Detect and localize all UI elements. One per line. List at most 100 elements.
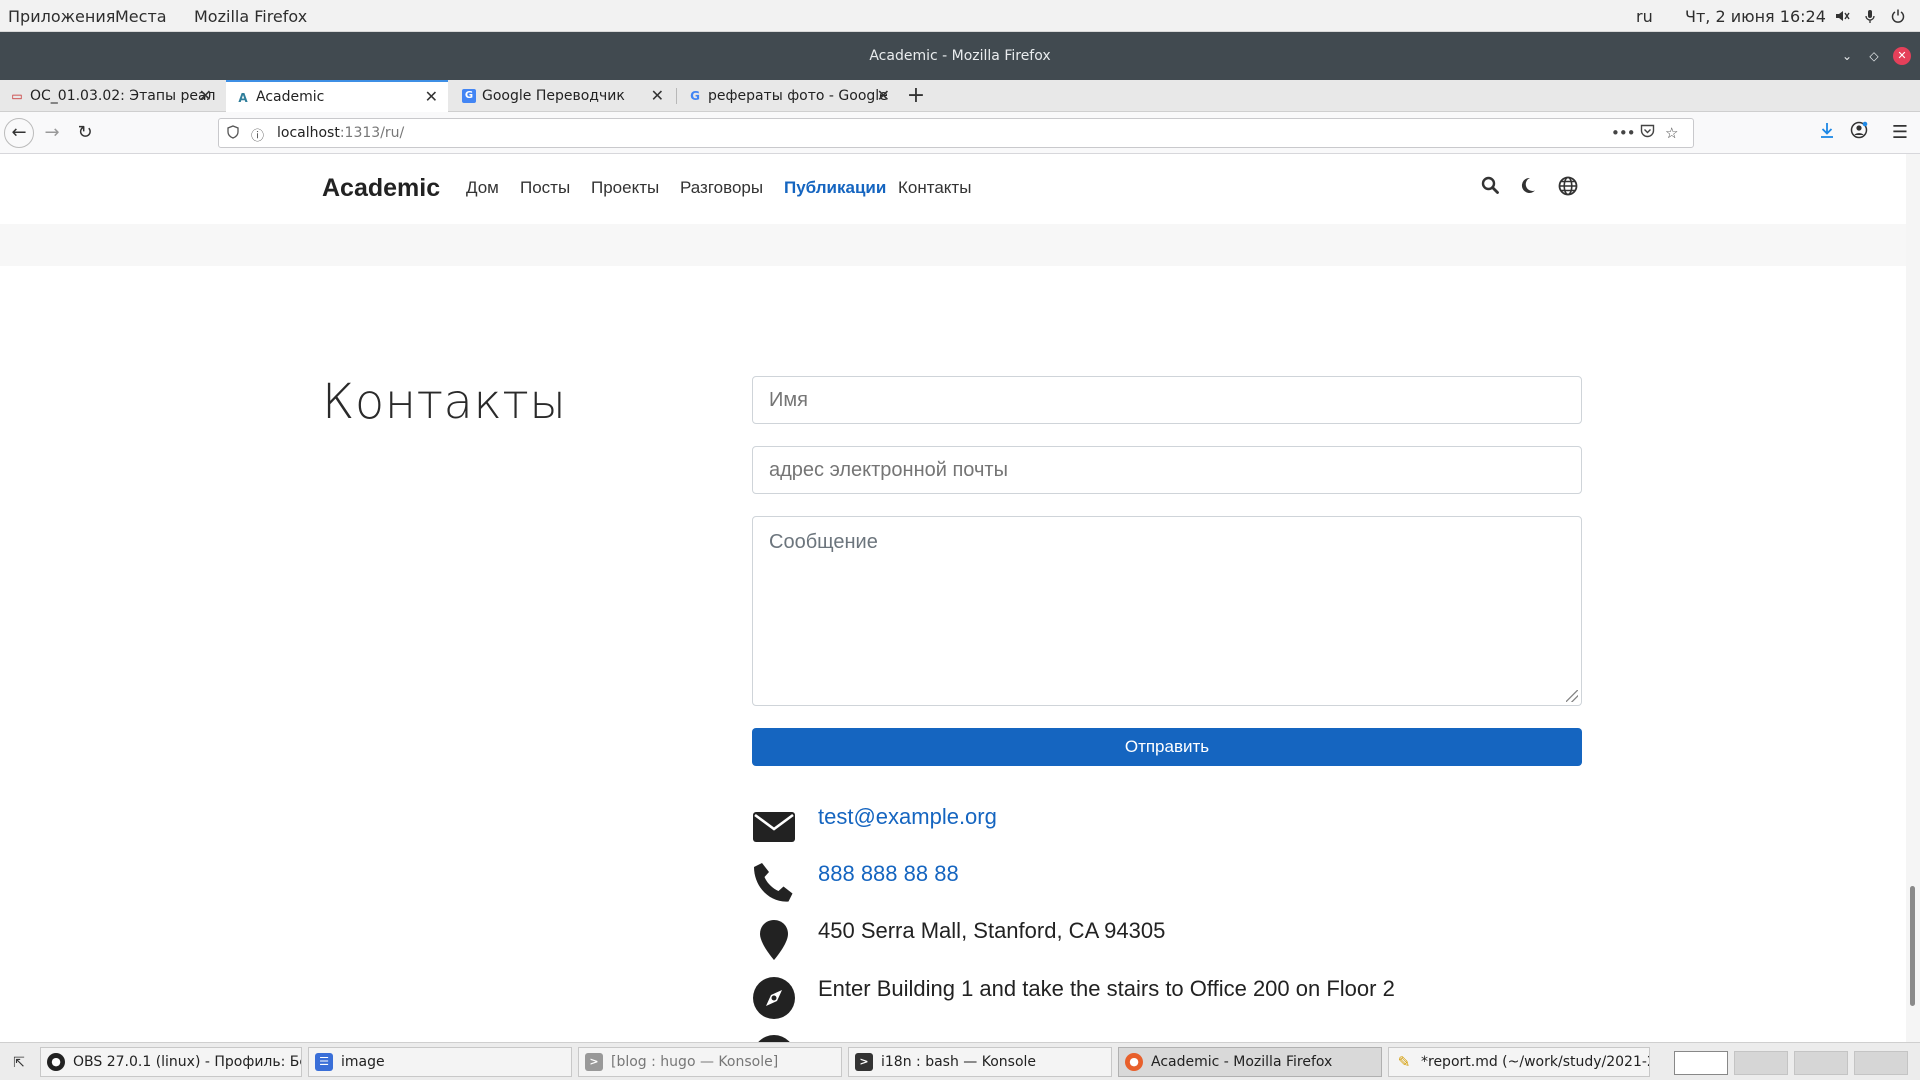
terminal-icon: > xyxy=(855,1053,873,1071)
task-label: Academic - Mozilla Firefox xyxy=(1151,1054,1333,1070)
hamburger-menu-icon[interactable]: ☰ xyxy=(1888,121,1912,145)
site-navbar: Academic Дом Посты Проекты Разговоры Пуб… xyxy=(0,154,1906,224)
obs-icon: ● xyxy=(47,1053,65,1071)
pocket-icon[interactable] xyxy=(1640,124,1655,142)
task-label: image xyxy=(341,1054,385,1070)
task-firefox[interactable]: ● Academic - Mozilla Firefox xyxy=(1118,1047,1382,1077)
nav-projects-link[interactable]: Проекты xyxy=(591,178,659,198)
tab-google-translate[interactable]: G Google Переводчик ✕ xyxy=(452,80,674,112)
window-title-bar: Academic - Mozilla Firefox ⌄ ◇ ✕ xyxy=(0,32,1920,80)
tab-close-icon[interactable]: ✕ xyxy=(425,82,438,112)
contact-address-text: 450 Serra Mall, Stanford, CA 94305 xyxy=(818,918,1166,943)
tab-close-icon[interactable]: ✕ xyxy=(877,80,890,112)
taskbar: ⇱ ● OBS 27.0.1 (linux) - Профиль: Без...… xyxy=(0,1042,1920,1080)
nav-talks-link[interactable]: Разговоры xyxy=(680,178,763,198)
maximize-diamond-icon[interactable]: ◇ xyxy=(1865,47,1883,65)
task-label: [blog : hugo — Konsole] xyxy=(611,1054,779,1070)
workspace-3[interactable] xyxy=(1794,1051,1848,1075)
task-image[interactable]: ☰ image xyxy=(308,1047,572,1077)
google-favicon-icon: G xyxy=(690,89,700,103)
url-path: :1313/ru/ xyxy=(339,125,405,141)
tab-label: ОС_01.03.02: Этапы реал xyxy=(30,88,216,104)
workspace-4[interactable] xyxy=(1854,1051,1908,1075)
workspace-1[interactable] xyxy=(1674,1051,1728,1075)
task-konsole-blog[interactable]: > [blog : hugo — Konsole] xyxy=(578,1047,842,1077)
terminal-icon: > xyxy=(585,1053,603,1071)
url-text[interactable]: localhost:1313/ru/ xyxy=(277,125,404,141)
reload-icon[interactable]: ↻ xyxy=(73,121,97,145)
minimize-chevron-icon[interactable]: ⌄ xyxy=(1838,47,1856,65)
tab-close-icon[interactable]: ✕ xyxy=(199,80,212,112)
places-menu[interactable]: Места xyxy=(115,7,167,26)
submit-button[interactable]: Отправить xyxy=(752,728,1582,766)
applications-menu[interactable]: Приложения xyxy=(8,7,115,26)
web-page: Academic Дом Посты Проекты Разговоры Пуб… xyxy=(0,154,1906,1042)
scrollbar-thumb[interactable] xyxy=(1910,886,1915,1006)
workspace-2[interactable] xyxy=(1734,1051,1788,1075)
back-arrow-icon[interactable]: ← xyxy=(4,118,34,148)
language-globe-icon[interactable] xyxy=(1557,176,1579,198)
tab-close-icon[interactable]: ✕ xyxy=(651,80,664,112)
tab-academic[interactable]: A Academic ✕ xyxy=(226,80,448,112)
active-app-menu[interactable]: Mozilla Firefox xyxy=(194,7,307,26)
task-label: *report.md (~/work/study/2021-2... xyxy=(1421,1054,1650,1070)
show-desktop-icon[interactable]: ⇱ xyxy=(8,1052,30,1074)
url-host: localhost xyxy=(277,125,340,141)
window-close-button[interactable]: ✕ xyxy=(1893,47,1911,65)
tab-google-search[interactable]: G рефераты фото - Google ✕ xyxy=(678,80,900,112)
task-label: i18n : bash — Konsole xyxy=(881,1054,1037,1070)
downloads-icon[interactable] xyxy=(1815,121,1839,145)
new-tab-plus-icon[interactable]: + xyxy=(904,80,928,112)
search-icon[interactable] xyxy=(1479,176,1501,198)
tracking-shield-icon[interactable] xyxy=(227,125,239,143)
dark-mode-moon-icon[interactable] xyxy=(1517,176,1539,198)
nav-home-link[interactable]: Дом xyxy=(466,178,499,198)
map-marker-icon xyxy=(752,918,796,962)
task-label: OBS 27.0.1 (linux) - Профиль: Без... xyxy=(73,1054,301,1070)
url-bar[interactable]: ⓘ localhost:1313/ru/ ••• ☆ xyxy=(218,118,1694,148)
contact-email-row: test@example.org xyxy=(752,804,1582,850)
page-actions-more-icon[interactable]: ••• xyxy=(1611,124,1636,142)
page-scrollbar[interactable] xyxy=(1906,154,1920,1042)
contact-directions-row: Enter Building 1 and take the stairs to … xyxy=(752,976,1582,1022)
resize-grip-icon[interactable] xyxy=(1566,690,1578,702)
partial-contact-icon xyxy=(752,1034,796,1042)
power-icon[interactable] xyxy=(1890,8,1906,24)
academic-favicon-icon: A xyxy=(238,91,248,105)
clock[interactable]: Чт, 2 июня 16:24 xyxy=(1685,7,1826,26)
task-obs[interactable]: ● OBS 27.0.1 (linux) - Профиль: Без... xyxy=(40,1047,302,1077)
speaker-muted-icon[interactable] xyxy=(1834,8,1850,24)
contact-phone-link[interactable]: 888 888 88 88 xyxy=(818,861,959,887)
tab-os-course[interactable]: ▭ ОС_01.03.02: Этапы реал ✕ xyxy=(0,80,222,112)
nav-posts-link[interactable]: Посты xyxy=(520,178,570,198)
phone-icon xyxy=(752,861,796,905)
document-icon: ☰ xyxy=(315,1053,333,1071)
name-input[interactable] xyxy=(752,376,1582,424)
task-report-editor[interactable]: ✎ *report.md (~/work/study/2021-2... xyxy=(1388,1047,1650,1077)
message-placeholder: Сообщение xyxy=(769,531,878,553)
contact-address-row: 450 Serra Mall, Stanford, CA 94305 xyxy=(752,918,1582,964)
contact-directions-text: Enter Building 1 and take the stairs to … xyxy=(818,976,1395,1001)
bookmark-star-icon[interactable]: ☆ xyxy=(1665,124,1678,142)
site-brand-link[interactable]: Academic xyxy=(322,174,440,203)
message-textarea[interactable]: Сообщение xyxy=(752,516,1582,706)
nav-contacts-link[interactable]: Контакты xyxy=(898,178,971,198)
contact-email-link[interactable]: test@example.org xyxy=(818,804,997,830)
system-top-bar: Приложения Места Mozilla Firefox ru Чт, … xyxy=(0,0,1920,32)
task-konsole-i18n[interactable]: > i18n : bash — Konsole xyxy=(848,1047,1112,1077)
translate-favicon-icon: G xyxy=(462,89,476,103)
navigation-toolbar: ← → ↻ ⓘ localhost:1313/ru/ ••• ☆ ☰ xyxy=(0,112,1920,154)
account-icon[interactable] xyxy=(1847,121,1871,145)
forward-arrow-icon[interactable]: → xyxy=(40,121,64,145)
envelope-icon xyxy=(752,804,796,848)
keyboard-layout-indicator[interactable]: ru xyxy=(1636,7,1653,26)
page-section-divider xyxy=(0,224,1906,266)
contacts-heading: Контакты xyxy=(322,374,567,430)
microphone-icon[interactable] xyxy=(1862,8,1878,24)
text-editor-icon: ✎ xyxy=(1397,1053,1411,1071)
email-input[interactable] xyxy=(752,446,1582,494)
firefox-icon: ● xyxy=(1125,1053,1143,1071)
site-info-icon[interactable]: ⓘ xyxy=(251,125,264,144)
nav-publications-link[interactable]: Публикации xyxy=(784,178,886,198)
tab-strip: ▭ ОС_01.03.02: Этапы реал ✕ A Academic ✕… xyxy=(0,80,1920,112)
